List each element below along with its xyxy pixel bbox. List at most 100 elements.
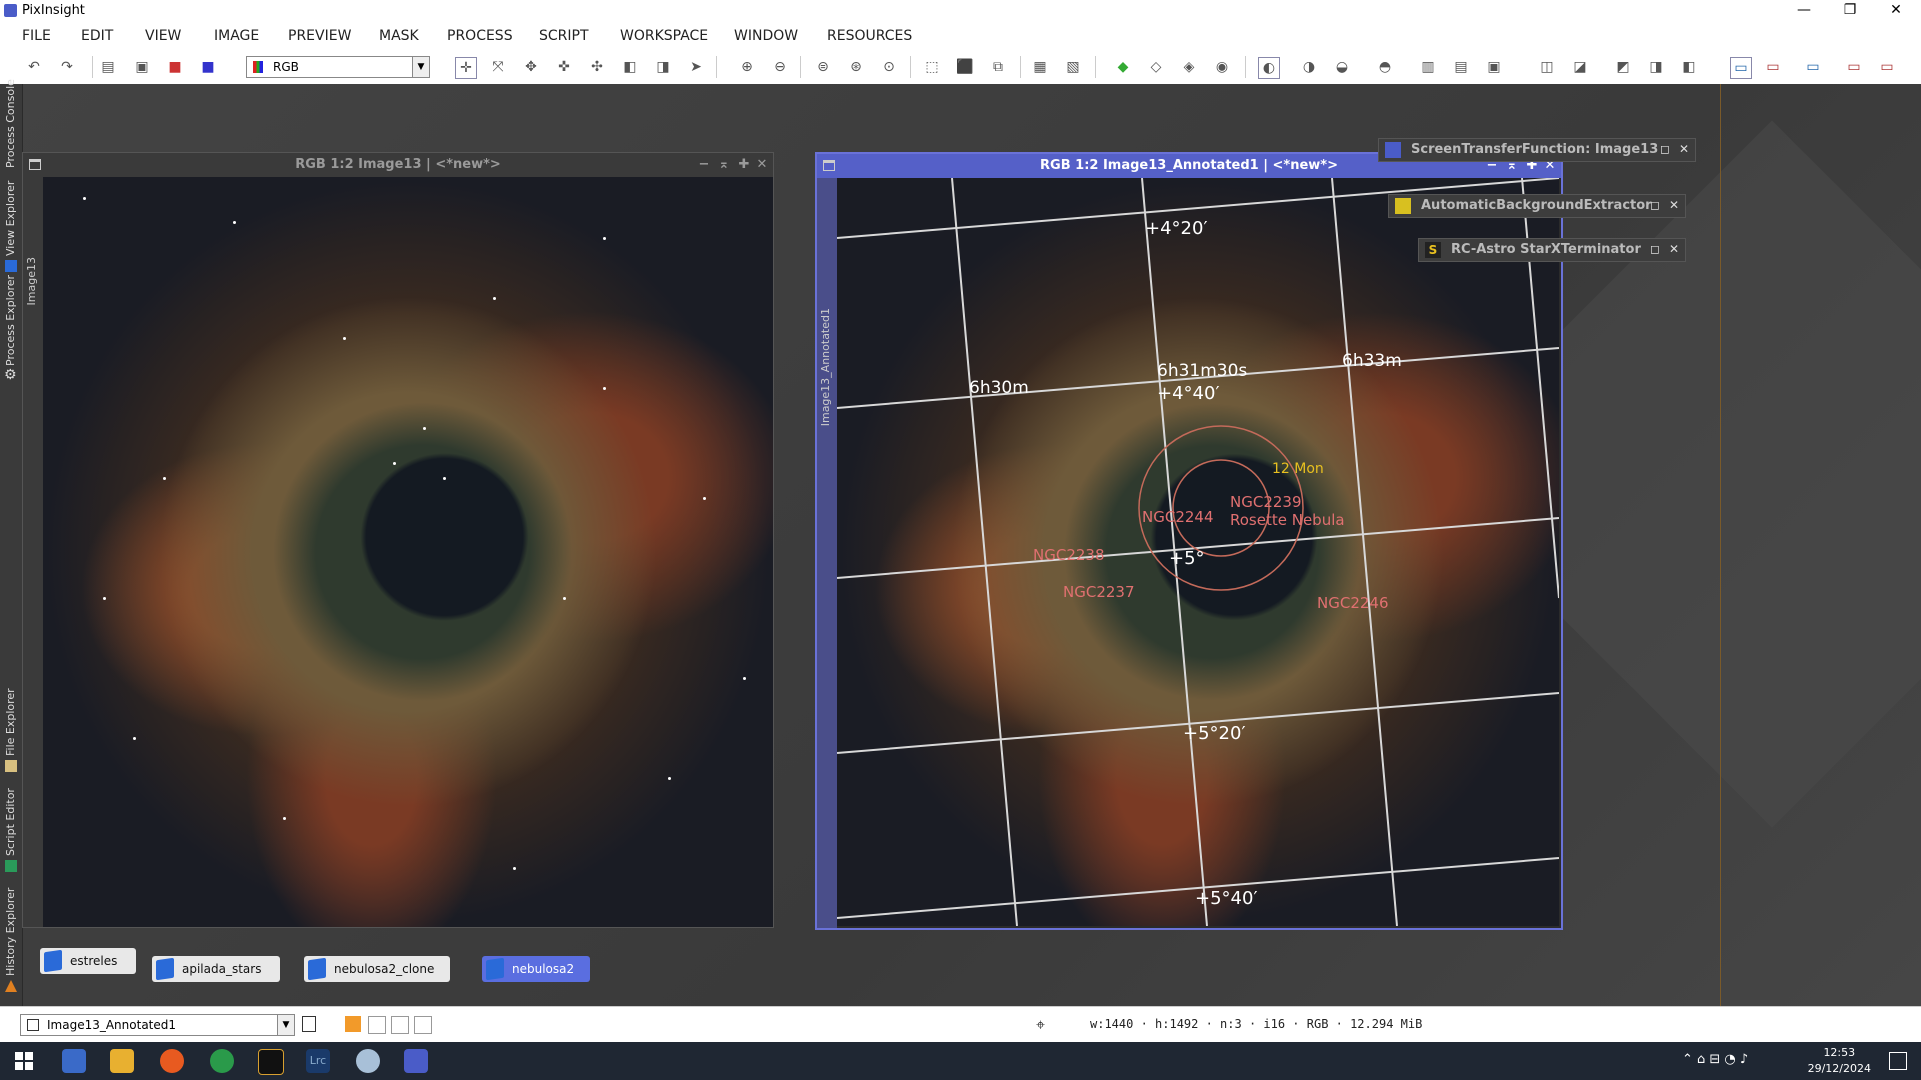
- stf-icon[interactable]: ◆: [1113, 57, 1133, 77]
- process-j-icon[interactable]: ◨: [1646, 57, 1666, 77]
- float-panel-stf[interactable]: ScreenTransferFunction: Image13 ◻ ✕: [1378, 138, 1696, 162]
- process-c-icon[interactable]: ◓: [1375, 57, 1395, 77]
- restore-icon[interactable]: ◻: [1647, 241, 1663, 257]
- menu-window[interactable]: WINDOW: [734, 28, 798, 44]
- minimize-button[interactable]: —: [1782, 0, 1826, 22]
- pan-mode-icon[interactable]: ✥: [521, 57, 541, 77]
- fit-view-icon[interactable]: ⬚: [922, 57, 942, 77]
- process-e-icon[interactable]: ▤: [1451, 57, 1471, 77]
- menu-preview[interactable]: PREVIEW: [288, 28, 351, 44]
- view-icon-apilada-stars[interactable]: apilada_stars: [152, 956, 280, 982]
- float-panel-starxterminator[interactable]: S RC-Astro StarXTerminator ◻ ✕: [1418, 238, 1686, 262]
- taskbar-clock[interactable]: 12:53 29/12/2024: [1808, 1045, 1871, 1077]
- sidebar-tab-view-explorer[interactable]: View Explorer: [0, 181, 22, 274]
- stf-reset-icon[interactable]: ◉: [1212, 57, 1232, 77]
- pointer-icon[interactable]: ➤: [686, 57, 706, 77]
- zoom-mode-icon[interactable]: ⤧: [488, 57, 508, 77]
- shade-icon[interactable]: ⌅: [715, 155, 733, 175]
- process-i-icon[interactable]: ◩: [1613, 57, 1633, 77]
- process-k-icon[interactable]: ◧: [1679, 57, 1699, 77]
- app-icon-green[interactable]: [210, 1049, 234, 1073]
- view-icon-estreles[interactable]: estreles: [40, 948, 136, 974]
- menu-view[interactable]: VIEW: [145, 28, 181, 44]
- app-icon-grey[interactable]: [356, 1049, 380, 1073]
- process-f-icon[interactable]: ▣: [1484, 57, 1504, 77]
- stf-toggle-icon[interactable]: ◐: [1258, 57, 1280, 79]
- image-window-image13[interactable]: RGB 1:2 Image13 | <*new*> − ⌅ ✚ ✕ Image1…: [22, 152, 774, 928]
- process-d-icon[interactable]: ▥: [1418, 57, 1438, 77]
- notification-icon[interactable]: [1889, 1052, 1907, 1070]
- mask-icon[interactable]: ▦: [1030, 57, 1050, 77]
- swatch-2[interactable]: [368, 1016, 386, 1034]
- duplicate-icon[interactable]: ⧉: [988, 57, 1008, 77]
- close-icon[interactable]: ✕: [1666, 197, 1682, 213]
- view-mode-icon[interactable]: [302, 1016, 316, 1032]
- stf-link-icon[interactable]: ◈: [1179, 57, 1199, 77]
- float-panel-abe[interactable]: AutomaticBackgroundExtractor ◻ ✕: [1388, 194, 1686, 218]
- explorer-icon[interactable]: ▭: [1803, 57, 1823, 77]
- new-preview-icon[interactable]: ◨: [653, 57, 673, 77]
- sidebar-tab-process-explorer[interactable]: Process Explorer ⚙: [0, 274, 22, 384]
- sidebar-tab-file-explorer[interactable]: File Explorer: [0, 674, 22, 774]
- zoom-out-icon[interactable]: ⊖: [770, 57, 790, 77]
- view-icon-nebulosa2-clone[interactable]: nebulosa2_clone: [304, 956, 450, 982]
- mask-show-icon[interactable]: ▧: [1063, 57, 1083, 77]
- swatch-4[interactable]: [414, 1016, 432, 1034]
- rgb-channel-select[interactable]: RGB ▼: [246, 56, 430, 78]
- close-button[interactable]: ✕: [1874, 0, 1918, 22]
- maximize-icon[interactable]: ✚: [735, 155, 753, 175]
- center-mode-icon[interactable]: ✜: [554, 57, 574, 77]
- image-window-annotated[interactable]: RGB 1:2 Image13_Annotated1 | <*new*> − ⌅…: [815, 152, 1563, 930]
- image-canvas[interactable]: [43, 177, 773, 927]
- menu-resources[interactable]: RESOURCES: [827, 28, 912, 44]
- screen-alt-icon[interactable]: ▭: [1763, 57, 1783, 77]
- readout-mode-icon[interactable]: ✛: [455, 57, 477, 79]
- sidebar-tab-history-explorer[interactable]: History Explorer: [0, 884, 22, 994]
- restore-icon[interactable]: ◻: [1657, 141, 1673, 157]
- app-icon-curve[interactable]: [258, 1049, 284, 1075]
- redo-icon[interactable]: ↷: [57, 57, 77, 77]
- menu-workspace[interactable]: WORKSPACE: [620, 28, 708, 44]
- close-icon[interactable]: ✕: [753, 155, 771, 175]
- crosshair-icon[interactable]: ⌖: [1036, 1015, 1045, 1035]
- menu-file[interactable]: FILE: [22, 28, 51, 44]
- process-a-icon[interactable]: ◑: [1299, 57, 1319, 77]
- view-select[interactable]: Image13_Annotated1 ▼: [20, 1014, 295, 1036]
- windows-start-icon[interactable]: [12, 1049, 36, 1073]
- new-image-icon[interactable]: ▤: [98, 57, 118, 77]
- fit-window-icon[interactable]: ⬛: [955, 57, 975, 77]
- restore-icon[interactable]: ◻: [1647, 197, 1663, 213]
- process-b-icon[interactable]: ◒: [1332, 57, 1352, 77]
- sidebar-tab-script-editor[interactable]: Script Editor: [0, 774, 22, 874]
- mask-color-swatch[interactable]: [345, 1016, 361, 1032]
- zoom-in-icon[interactable]: ⊕: [737, 57, 757, 77]
- undo-icon[interactable]: ↶: [24, 57, 44, 77]
- process-g-icon[interactable]: ◫: [1537, 57, 1557, 77]
- minimize-icon[interactable]: −: [695, 155, 713, 175]
- image-canvas[interactable]: +4°20′ +4°40′ +5° +5°20′ +5°40′ 6h30m 6h…: [837, 178, 1559, 926]
- navigate-icon[interactable]: ✣: [587, 57, 607, 77]
- process-h-icon[interactable]: ◪: [1570, 57, 1590, 77]
- file-explorer-icon[interactable]: [110, 1049, 134, 1073]
- sidebar-tab-process-console[interactable]: Process Console: [0, 79, 22, 184]
- edit-preview-icon[interactable]: ◧: [620, 57, 640, 77]
- monitor-icon[interactable]: ▭: [1730, 57, 1752, 79]
- zoom-fit-icon[interactable]: ⊛: [846, 57, 866, 77]
- open-image-icon[interactable]: ▣: [132, 57, 152, 77]
- pixinsight-taskbar-icon[interactable]: [404, 1049, 428, 1073]
- app-icon-1[interactable]: [62, 1049, 86, 1073]
- menu-script[interactable]: SCRIPT: [539, 28, 589, 44]
- close-icon[interactable]: ✕: [1666, 241, 1682, 257]
- menu-process[interactable]: PROCESS: [447, 28, 513, 44]
- menu-edit[interactable]: EDIT: [81, 28, 113, 44]
- menu-mask[interactable]: MASK: [379, 28, 419, 44]
- image-window-titlebar[interactable]: RGB 1:2 Image13 | <*new*> − ⌅ ✚ ✕: [23, 153, 773, 177]
- zoom-1-1-icon[interactable]: ⊜: [813, 57, 833, 77]
- close-view-icon[interactable]: ▭: [1877, 57, 1897, 77]
- stf-edit-icon[interactable]: ◇: [1146, 57, 1166, 77]
- firefox-icon[interactable]: [160, 1049, 184, 1073]
- restore-button[interactable]: ❐: [1828, 0, 1872, 22]
- save-image-icon[interactable]: ■: [165, 57, 185, 77]
- close-icon[interactable]: ✕: [1676, 141, 1692, 157]
- tray-icons[interactable]: ⌃ ⌂ ⊟ ◔ ♪: [1682, 1052, 1748, 1067]
